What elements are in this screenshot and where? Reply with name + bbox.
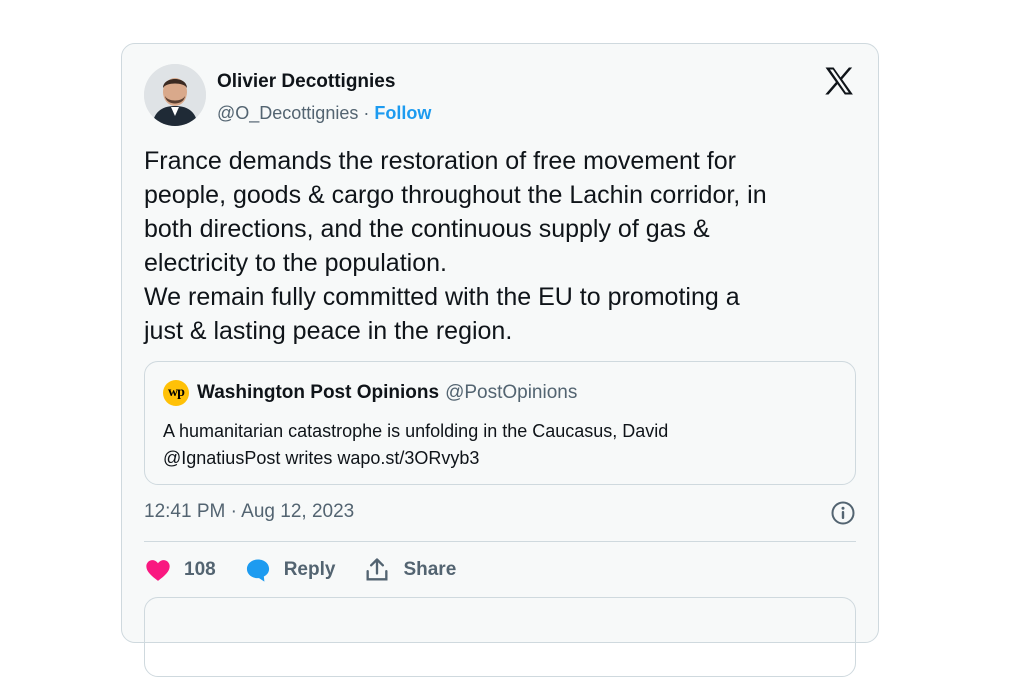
washington-post-logo-icon: wp [163, 380, 189, 406]
author-avatar[interactable] [144, 64, 206, 126]
action-bar: 108 Reply Share [144, 556, 484, 584]
quote-text: A humanitarian catastrophe is unfolding … [163, 421, 669, 468]
author-handle-line: @O_Decottignies · Follow [217, 100, 431, 126]
heart-icon [146, 560, 170, 581]
reply-label: Reply [283, 559, 336, 580]
follow-button[interactable]: Follow [374, 103, 431, 123]
read-replies-box[interactable] [144, 597, 856, 677]
avatar-image [144, 64, 206, 126]
author-display-name[interactable]: Olivier Decottignies [217, 70, 431, 94]
quote-author-handle: @PostOpinions [445, 382, 578, 403]
like-button[interactable]: 108 [144, 556, 216, 584]
tweet-card[interactable]: Olivier Decottignies @O_Decottignies · F… [121, 43, 879, 677]
quote-header: wp Washington Post Opinions @PostOpinion… [163, 380, 577, 406]
reply-button[interactable]: Reply [244, 556, 336, 584]
like-count: 108 [184, 559, 216, 580]
author-handle[interactable]: @O_Decottignies [217, 103, 358, 123]
tweet-header: Olivier Decottignies @O_Decottignies · F… [144, 64, 856, 128]
tweet-text: France demands the restoration of free m… [144, 147, 767, 345]
tweet-timestamp[interactable]: 12:41 PM · Aug 12, 2023 [144, 501, 354, 523]
share-button[interactable]: Share [363, 556, 456, 584]
quote-author-name: Washington Post Opinions [197, 382, 440, 403]
share-label: Share [403, 559, 457, 580]
speech-bubble-icon [246, 559, 269, 582]
info-icon[interactable] [830, 500, 856, 526]
author-names: Olivier Decottignies @O_Decottignies · F… [217, 70, 431, 126]
x-logo-icon[interactable] [822, 64, 856, 98]
quoted-tweet[interactable]: wp Washington Post Opinions @PostOpinion… [144, 361, 856, 485]
share-upload-icon [366, 558, 388, 581]
divider [144, 541, 856, 542]
handle-separator: · [358, 103, 375, 123]
